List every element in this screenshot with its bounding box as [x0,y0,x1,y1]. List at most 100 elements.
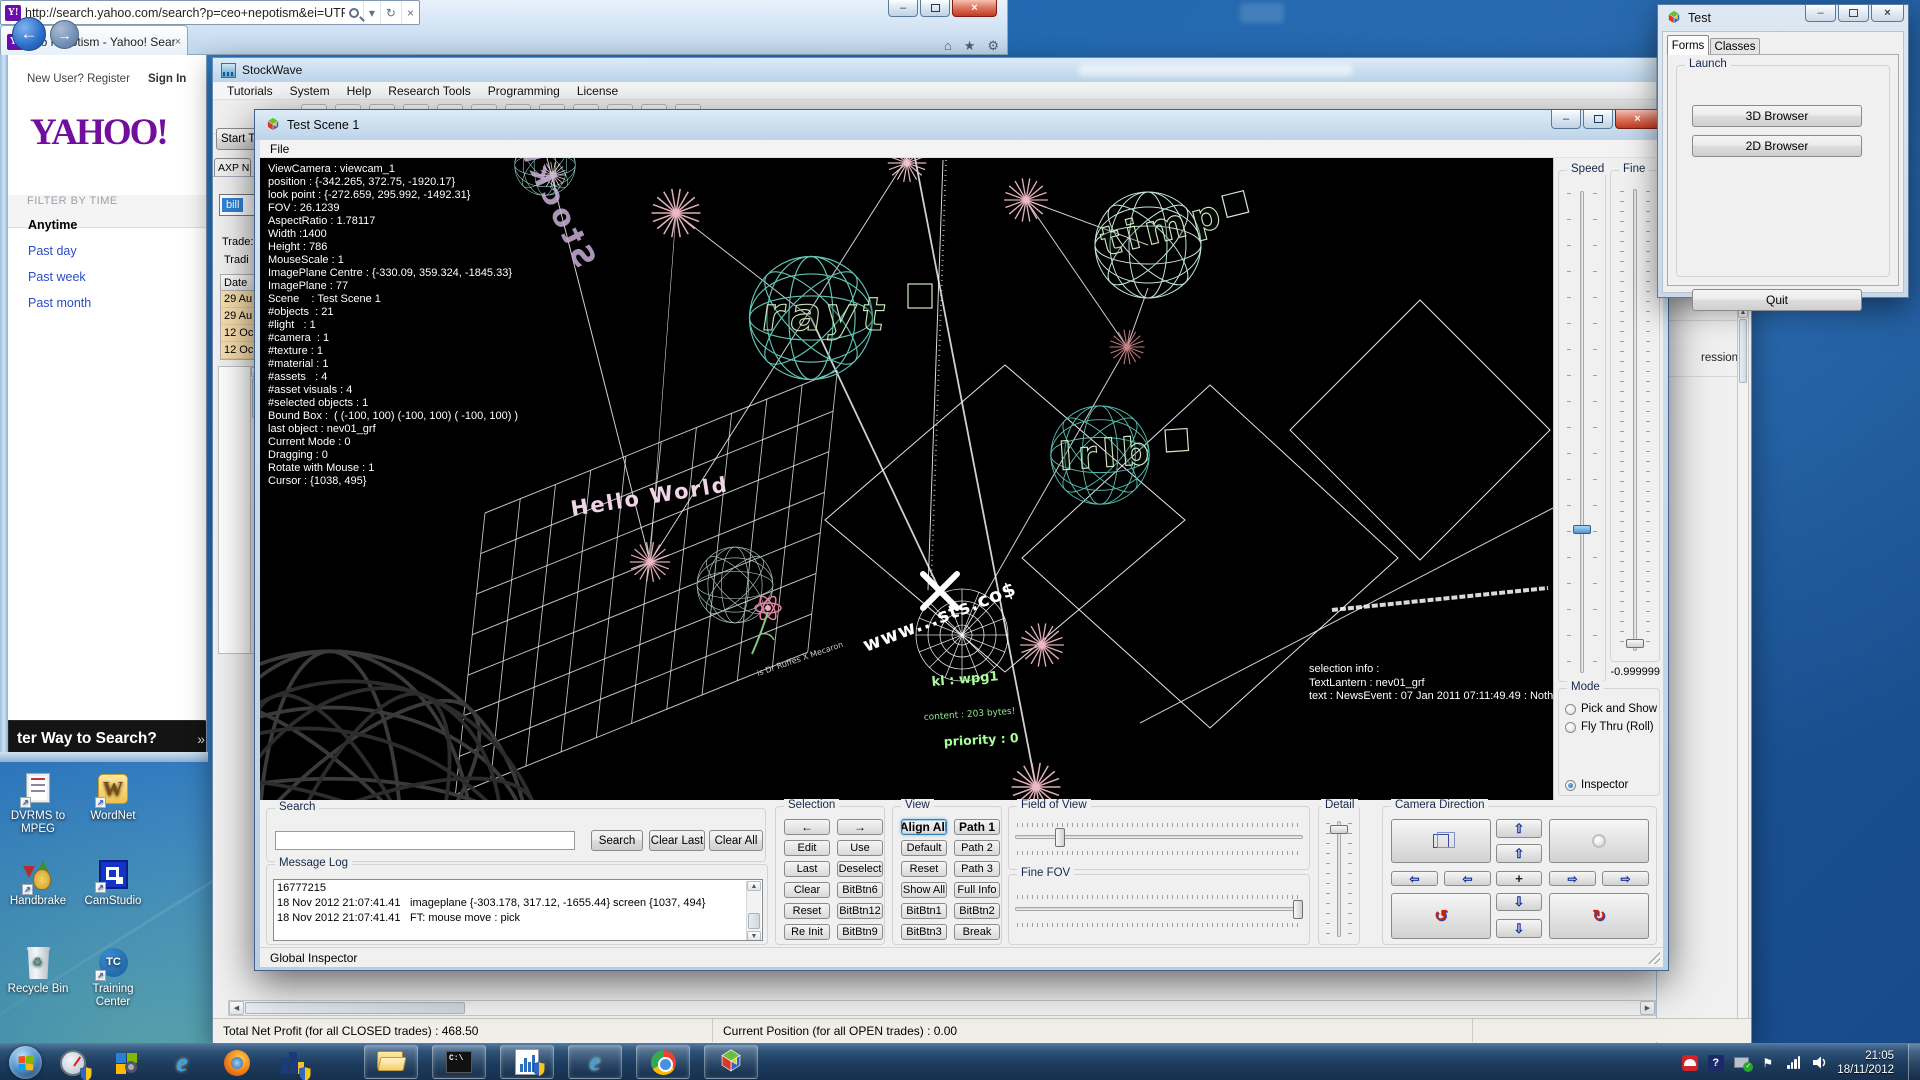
search-input[interactable] [275,831,575,850]
yahoo-logo[interactable]: YAHOO! [30,111,167,154]
menu-item[interactable]: Tutorials [227,84,273,98]
scrollbar-thumb[interactable] [245,1002,465,1014]
taskbar-ie-window[interactable]: e [568,1045,622,1079]
camera-left-fast-button[interactable]: ⇦ [1391,871,1438,886]
selection-button[interactable]: ← [784,819,830,835]
search-button[interactable]: Search [591,830,643,851]
menu-item[interactable]: Research Tools [388,84,471,98]
menu-item[interactable]: Programming [488,84,560,98]
desktop-icon-wordnet[interactable]: W↗ WordNet [75,773,151,823]
maximize-button[interactable] [920,0,950,17]
help-tray-icon[interactable]: ? [1707,1054,1724,1071]
camera-up-button[interactable]: ⇧ [1496,844,1542,863]
view-button[interactable]: BitBtn1 [901,903,947,919]
action-center-flag-icon[interactable]: ⚑ [1759,1054,1776,1071]
start-trading-button[interactable]: Start T [216,128,258,150]
home-icon[interactable]: ⌂ [944,38,952,54]
refresh-icon[interactable]: ↻ [380,1,401,24]
horizontal-scrollbar[interactable]: ◀ ▶ [228,1000,1656,1016]
favorites-star-icon[interactable]: ★ [964,38,976,54]
camera-rotate-cw-button[interactable]: ↻ [1549,893,1649,939]
speed-slider-thumb[interactable] [1573,525,1591,534]
restore-button[interactable] [1583,110,1613,129]
selection-button[interactable]: Re Init [784,924,830,940]
scroll-left-icon[interactable]: ◀ [229,1001,244,1015]
stockwave-titlebar[interactable]: StockWave [213,58,1751,82]
view-button[interactable]: Path 3 [954,861,1000,877]
browser-forward-button[interactable]: → [50,20,79,49]
view-button[interactable]: Reset [901,861,947,877]
maximize-button[interactable] [1838,5,1869,22]
camera-up-fast-button[interactable]: ⇧ [1496,819,1542,838]
camera-center-move-button[interactable]: + [1496,871,1542,886]
settings-gear-icon[interactable]: ⚙ [987,38,999,54]
fine-fov-slider-thumb[interactable] [1293,900,1303,919]
stock-tab-axp[interactable]: AXP N [214,158,251,177]
taskbar-chrome[interactable] [636,1045,690,1079]
log-scrollbar[interactable]: ▲ ▼ [746,881,761,941]
selection-button[interactable]: Reset [784,903,830,919]
volume-icon[interactable] [1811,1054,1828,1071]
fine-fov-slider-track[interactable] [1015,907,1303,911]
selection-button[interactable]: → [837,819,883,835]
close-button[interactable]: × [952,0,997,17]
viewport-3d[interactable]: rayt timp lrlb StockW Hello World www...… [260,158,1553,800]
camera-sphere-button[interactable] [1549,819,1649,863]
taskbar-firefox[interactable] [222,1048,252,1078]
minimize-button[interactable]: – [1805,5,1836,22]
time-filter-link[interactable]: Past week [28,270,91,284]
selection-button[interactable]: BitBtn6 [837,882,883,898]
mode-inspector[interactable]: Inspector [1565,779,1628,791]
selection-button[interactable]: Last [784,861,830,877]
tab-classes[interactable]: Classes [1710,38,1760,55]
fine-slider-track[interactable] [1633,189,1637,651]
camera-frame-button[interactable] [1391,819,1491,863]
desktop-icon-camstudio[interactable]: ↗ CamStudio [75,858,151,908]
menu-item[interactable]: License [577,84,618,98]
message-log[interactable]: 16777215 18 Nov 2012 21:07:41.41imagepla… [273,879,763,941]
camera-right-button[interactable]: ⇨ [1549,871,1596,886]
sign-in-link[interactable]: Sign In [148,73,186,85]
resize-grip[interactable] [1648,952,1660,964]
view-button[interactable]: Full Info [954,882,1000,898]
right-panel-scrollbar[interactable]: ▲ [1737,306,1749,1022]
taskbar-cmd[interactable]: C:\ [432,1045,486,1079]
usb-tray-icon[interactable] [1733,1054,1750,1071]
tray-clock[interactable]: 21:05 18/11/2012 [1837,1049,1894,1077]
clear-last-button[interactable]: Clear Last [649,830,705,851]
clear-all-button[interactable]: Clear All [709,830,763,851]
camera-down-button[interactable]: ⇩ [1496,893,1542,911]
camera-down-fast-button[interactable]: ⇩ [1496,919,1542,938]
menu-item[interactable]: System [290,84,330,98]
menu-item[interactable]: Help [347,84,372,98]
desktop-icon-dvrms[interactable]: ↗ DVRMS to MPEG [0,773,76,836]
tab-forms[interactable]: Forms [1667,35,1709,55]
time-filter-link[interactable]: Past day [28,244,91,258]
scroll-right-icon[interactable]: ▶ [1640,1001,1655,1015]
selection-button[interactable]: BitBtn12 [837,903,883,919]
taskbar-stockwave[interactable] [500,1045,554,1079]
quit-button[interactable]: Quit [1692,289,1862,311]
taskbar-3d-app[interactable] [704,1045,758,1079]
network-signal-icon[interactable] [1785,1054,1802,1071]
view-button[interactable]: BitBtn3 [901,924,947,940]
selection-button[interactable]: Deselect [837,861,883,877]
radio-selected-icon[interactable] [1565,780,1576,791]
taskbar-explorer[interactable] [364,1045,418,1079]
taskbar-ie[interactable]: e [167,1048,197,1078]
url-text[interactable]: http://search.yahoo.com/search?p=ceo+nep… [25,6,345,20]
time-filter-link[interactable]: Anytime [28,218,91,232]
tab-close-icon[interactable]: × [175,36,181,48]
scrollbar-thumb[interactable] [748,913,760,929]
scene-titlebar[interactable]: Test Scene 1 [255,110,1668,140]
detail-slider-thumb[interactable] [1330,825,1348,834]
launch-3d-browser-button[interactable]: 3D Browser [1692,105,1862,127]
browser-back-button[interactable]: ← [12,17,46,51]
view-button[interactable]: Path 2 [954,840,1000,856]
minimize-button[interactable]: – [1551,110,1581,129]
view-button[interactable]: Path 1 [954,819,1000,835]
camera-rotate-ccw-button[interactable]: ↺ [1391,893,1491,939]
global-inspector-bar[interactable]: Global Inspector [260,947,1663,967]
stop-icon[interactable]: × [401,1,419,24]
view-button[interactable]: Default [901,840,947,856]
